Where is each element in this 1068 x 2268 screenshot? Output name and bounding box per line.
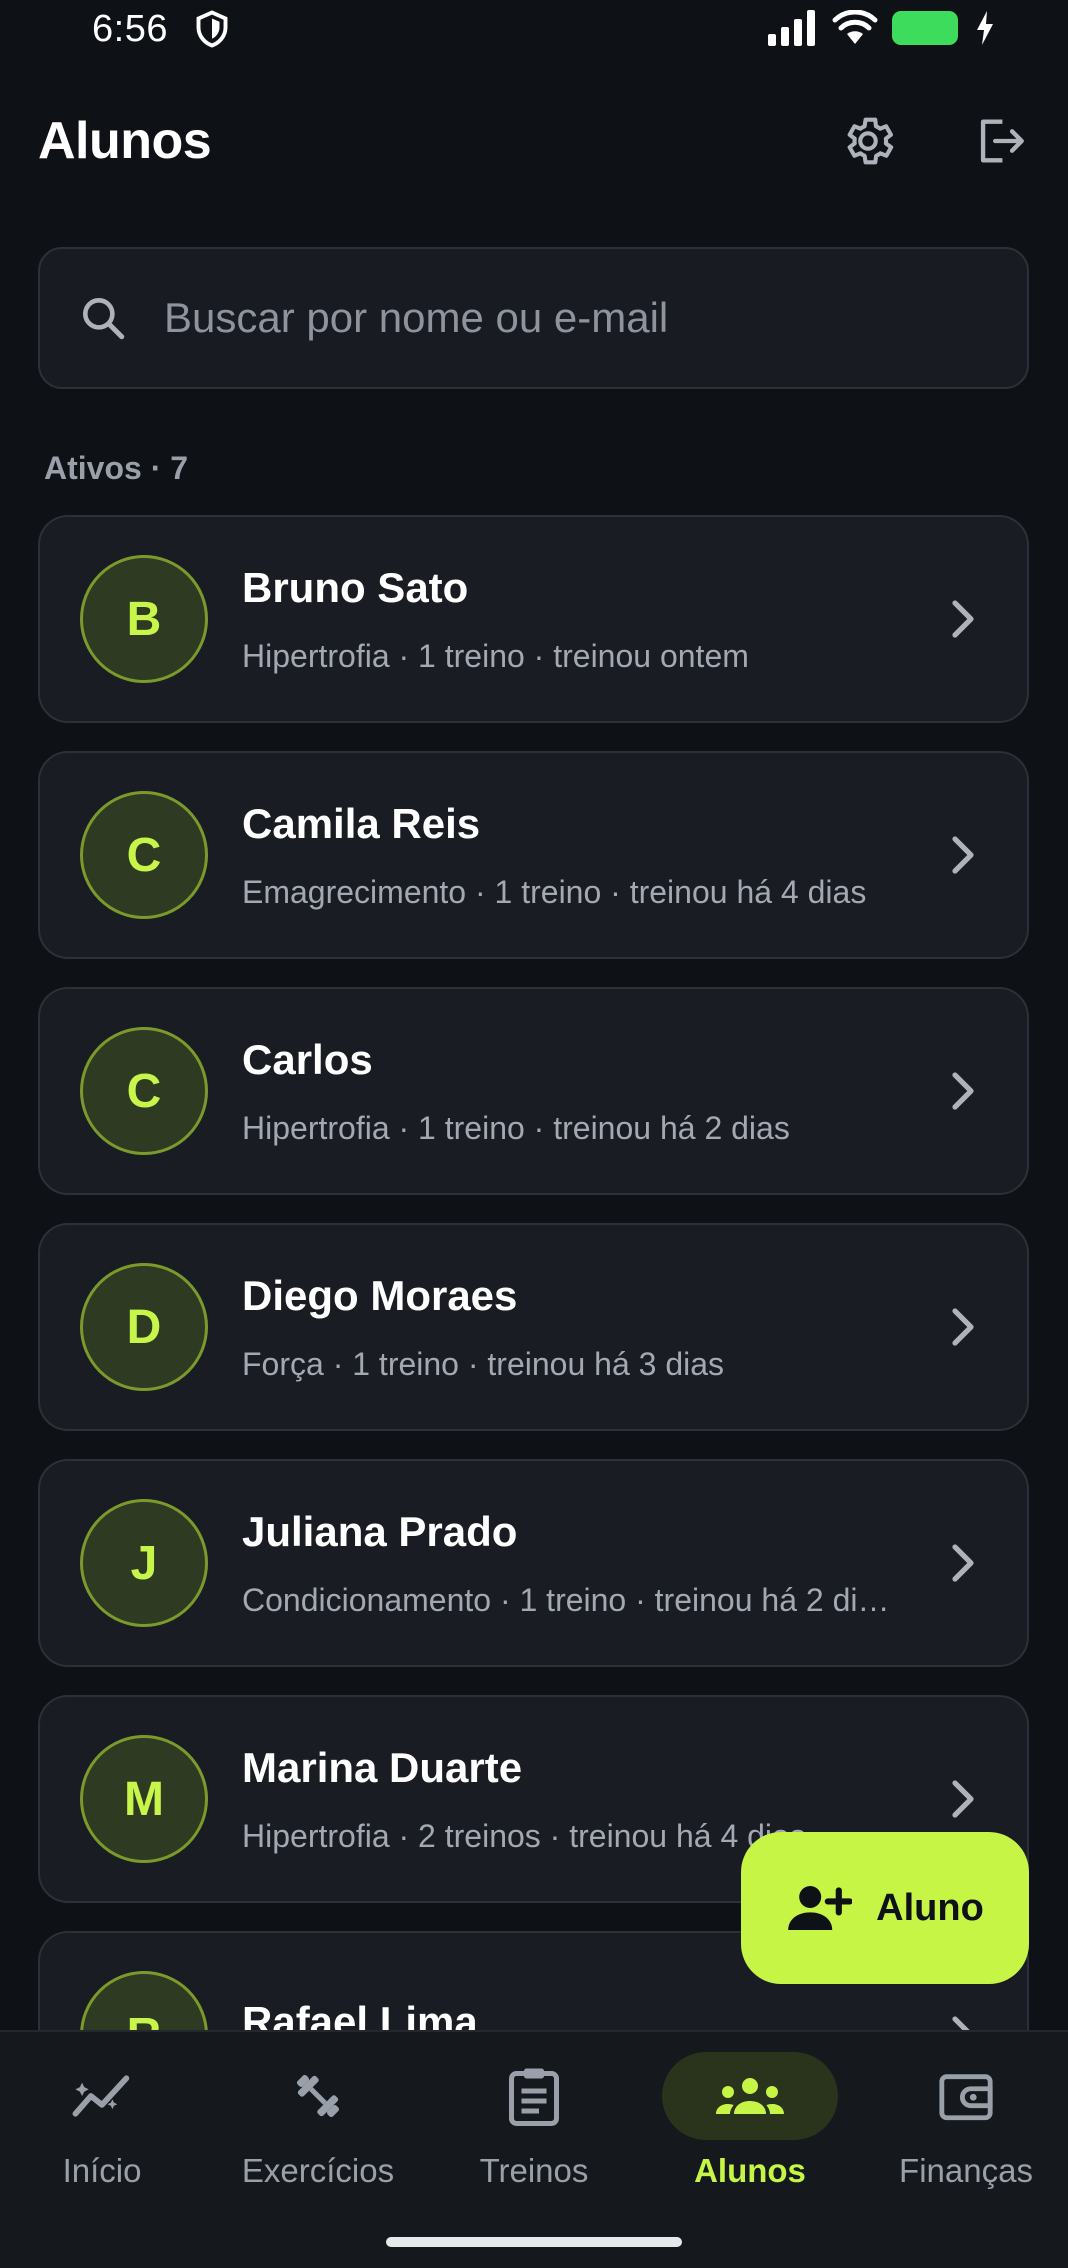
status-time: 6:56 xyxy=(92,7,168,50)
gear-icon xyxy=(847,117,894,165)
chevron-right-icon xyxy=(952,1780,974,1818)
home-indicator xyxy=(386,2237,682,2247)
nav-item-exercicios[interactable]: Exercícios xyxy=(210,2032,426,2232)
avatar: J xyxy=(80,1499,208,1627)
nav-label: Exercícios xyxy=(241,2152,395,2189)
chevron-right-icon xyxy=(952,1544,974,1582)
signal-icon xyxy=(768,10,815,46)
student-meta: Emagrecimento · 1 treino · treinou há 4 … xyxy=(242,873,867,910)
student-name: Juliana Prado xyxy=(242,1507,518,1555)
avatar: M xyxy=(80,1735,208,1863)
section-label: Ativos · 7 xyxy=(44,450,189,486)
status-bar: 6:56 xyxy=(0,0,1068,58)
student-name: Bruno Sato xyxy=(242,563,469,611)
student-name: Carlos xyxy=(242,1035,373,1083)
chevron-right-icon xyxy=(952,1072,974,1110)
search-bar[interactable] xyxy=(38,247,1029,389)
student-card[interactable]: B Bruno Sato Hipertrofia · 1 treino · tr… xyxy=(38,515,1029,723)
dumbbell-icon xyxy=(296,2074,340,2118)
student-card[interactable]: C Carlos Hipertrofia · 1 treino · treino… xyxy=(38,987,1029,1195)
nav-label: Início xyxy=(62,2152,142,2189)
wallet-icon xyxy=(939,2074,993,2121)
student-meta: Força · 1 treino · treinou há 3 dias xyxy=(242,1345,725,1382)
nav-item-financas[interactable]: Finanças xyxy=(858,2032,1068,2232)
clipboard-icon xyxy=(509,2068,559,2126)
student-card[interactable]: J Juliana Prado Condicionamento · 1 trei… xyxy=(38,1459,1029,1667)
student-meta: Hipertrofia · 1 treino · treinou há 2 di… xyxy=(242,1109,790,1146)
avatar: B xyxy=(80,555,208,683)
settings-button[interactable] xyxy=(838,111,898,171)
nav-label: Finanças xyxy=(899,2152,1033,2189)
nav-label: Alunos xyxy=(694,2152,806,2189)
shield-icon xyxy=(196,10,228,48)
logout-icon xyxy=(980,119,1024,163)
chart-line-icon xyxy=(72,2075,130,2117)
avatar: C xyxy=(80,791,208,919)
search-input[interactable] xyxy=(164,294,984,342)
nav-label: Treinos xyxy=(479,2152,589,2189)
student-name: Camila Reis xyxy=(242,799,481,847)
nav-item-treinos[interactable]: Treinos xyxy=(426,2032,642,2232)
people-icon xyxy=(716,2078,784,2114)
charging-icon xyxy=(977,11,993,45)
battery-icon xyxy=(892,11,958,45)
student-meta: Condicionamento · 1 treino · treinou há … xyxy=(242,1581,890,1618)
header: Alunos xyxy=(38,96,1030,186)
add-student-button[interactable]: Aluno xyxy=(741,1832,1029,1984)
bottom-nav: Início Exercícios Treinos Alunos Finança… xyxy=(0,2030,1068,2268)
search-icon xyxy=(83,298,125,340)
student-name: Diego Moraes xyxy=(242,1271,518,1319)
chevron-right-icon xyxy=(952,600,974,638)
person-add-icon xyxy=(788,1886,853,1930)
student-card[interactable]: D Diego Moraes Força · 1 treino · treino… xyxy=(38,1223,1029,1431)
student-name: Marina Duarte xyxy=(242,1743,523,1791)
chevron-right-icon xyxy=(952,836,974,874)
add-student-label: Aluno xyxy=(876,1886,984,1929)
chevron-right-icon xyxy=(952,1308,974,1346)
avatar: D xyxy=(80,1263,208,1391)
nav-item-inicio[interactable]: Início xyxy=(0,2032,210,2232)
nav-item-alunos[interactable]: Alunos xyxy=(642,2032,858,2232)
student-card[interactable]: C Camila Reis Emagrecimento · 1 treino ·… xyxy=(38,751,1029,959)
wifi-icon xyxy=(832,10,878,44)
avatar: C xyxy=(80,1027,208,1155)
student-meta: Hipertrofia · 1 treino · treinou ontem xyxy=(242,637,749,674)
logout-button[interactable] xyxy=(970,111,1030,171)
status-indicators xyxy=(768,10,998,46)
page-title: Alunos xyxy=(38,112,212,170)
